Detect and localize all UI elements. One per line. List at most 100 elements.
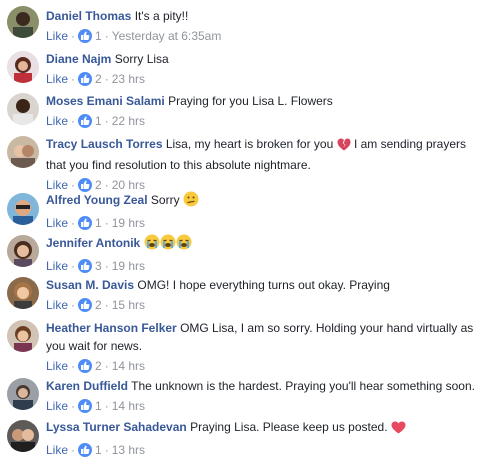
comment-body: Tracy Lausch Torres Lisa, my heart is br…: [46, 135, 487, 193]
thumbs-up-icon[interactable]: [78, 114, 93, 128]
like-count[interactable]: 1: [95, 443, 102, 457]
commenter-name[interactable]: Tracy Lausch Torres: [46, 137, 163, 151]
separator: ·: [104, 443, 109, 457]
timestamp[interactable]: 23 hrs: [112, 72, 145, 86]
like-button[interactable]: Like: [46, 216, 68, 230]
comment-body: Susan M. Davis OMG! I hope everything tu…: [46, 276, 487, 313]
avatar[interactable]: [7, 136, 39, 168]
like-count[interactable]: 1: [95, 216, 102, 230]
comment-meta: Like · 1 · 14 hrs: [46, 398, 487, 414]
separator: ·: [104, 259, 109, 273]
comment-text: Praying for you Lisa L. Flowers: [168, 94, 333, 108]
like-button[interactable]: Like: [46, 114, 68, 128]
timestamp[interactable]: 22 hrs: [112, 114, 145, 128]
timestamp[interactable]: 14 hrs: [112, 359, 145, 373]
separator: ·: [71, 359, 76, 373]
comment-body: Karen Duffield The unknown is the hardes…: [46, 377, 487, 414]
timestamp[interactable]: 19 hrs: [112, 216, 145, 230]
thumbs-up-icon[interactable]: [78, 216, 93, 230]
commenter-name[interactable]: Jennifer Antonik: [46, 236, 140, 250]
thumbs-up-icon[interactable]: [78, 259, 93, 273]
separator: ·: [104, 359, 109, 373]
separator: ·: [71, 259, 76, 273]
commenter-name[interactable]: Daniel Thomas: [46, 9, 131, 23]
timestamp[interactable]: Yesterday at 6:35am: [112, 29, 222, 43]
avatar[interactable]: [7, 420, 39, 452]
confused-face-emoji: [183, 191, 199, 212]
commenter-name[interactable]: Moses Emani Salami: [46, 94, 165, 108]
comment-body: Alfred Young Zeal Sorry Like · 1 · 19 hrs: [46, 191, 487, 231]
thumbs-up-icon[interactable]: [78, 399, 93, 413]
like-count[interactable]: 1: [95, 29, 102, 43]
like-button[interactable]: Like: [46, 359, 68, 373]
like-count[interactable]: 2: [95, 298, 102, 312]
commenter-name[interactable]: Alfred Young Zeal: [46, 193, 148, 207]
avatar[interactable]: [7, 193, 39, 225]
avatar[interactable]: [7, 277, 39, 309]
separator: ·: [71, 399, 76, 413]
like-button[interactable]: Like: [46, 178, 68, 192]
separator: ·: [71, 443, 76, 457]
avatar[interactable]: [7, 378, 39, 410]
avatar[interactable]: [7, 320, 39, 352]
avatar[interactable]: [7, 93, 39, 125]
broken-heart-emoji: [337, 138, 351, 156]
comment-body: Moses Emani Salami Praying for you Lisa …: [46, 92, 487, 129]
comment-body: Diane Najm Sorry Lisa Like · 2 · 23 hrs: [46, 50, 487, 87]
like-button[interactable]: Like: [46, 399, 68, 413]
separator: ·: [104, 178, 109, 192]
commenter-name[interactable]: Heather Hanson Felker: [46, 321, 177, 335]
timestamp[interactable]: 13 hrs: [112, 443, 145, 457]
like-count[interactable]: 2: [95, 72, 102, 86]
like-count[interactable]: 2: [95, 178, 102, 192]
separator: ·: [71, 114, 76, 128]
like-button[interactable]: Like: [46, 259, 68, 273]
comment-meta: Like · 1 · Yesterday at 6:35am: [46, 28, 487, 44]
thumbs-up-icon[interactable]: [78, 443, 93, 457]
thumbs-up-icon[interactable]: [78, 178, 93, 192]
comment-body: Lyssa Turner Sahadevan Praying Lisa. Ple…: [46, 418, 487, 458]
separator: ·: [71, 72, 76, 86]
like-count[interactable]: 2: [95, 359, 102, 373]
timestamp[interactable]: 14 hrs: [112, 399, 145, 413]
comment-text: OMG! I hope everything turns out okay. P…: [137, 278, 390, 292]
comment-thread: Daniel Thomas It's a pity!! Like · 1 · Yeste…: [0, 0, 495, 459]
comment-text: The unknown is the hardest. Praying you'…: [131, 379, 475, 393]
comment-body: Jennifer Antonik Like · 3 · 19 hrs: [46, 234, 487, 274]
timestamp[interactable]: 19 hrs: [112, 259, 145, 273]
crying-face-emoji: [144, 234, 192, 255]
commenter-name[interactable]: Diane Najm: [46, 52, 111, 66]
comment-meta: Like · 1 · 13 hrs: [46, 442, 487, 458]
commenter-name[interactable]: Lyssa Turner Sahadevan: [46, 420, 187, 434]
like-count[interactable]: 1: [95, 114, 102, 128]
like-count[interactable]: 3: [95, 259, 102, 273]
timestamp[interactable]: 15 hrs: [112, 298, 145, 312]
like-button[interactable]: Like: [46, 298, 68, 312]
comment-text: Lisa, my heart is broken for you: [165, 137, 334, 151]
avatar[interactable]: [7, 235, 39, 267]
like-button[interactable]: Like: [46, 29, 68, 43]
comment-meta: Like · 2 · 23 hrs: [46, 71, 487, 87]
comment-meta: Like · 3 · 19 hrs: [46, 258, 487, 274]
separator: ·: [104, 72, 109, 86]
thumbs-up-icon[interactable]: [78, 29, 93, 43]
avatar[interactable]: [7, 6, 39, 38]
separator: ·: [71, 216, 76, 230]
avatar[interactable]: [7, 51, 39, 83]
separator: ·: [71, 29, 76, 43]
separator: ·: [104, 29, 109, 43]
comment-text: Sorry Lisa: [114, 52, 169, 66]
like-button[interactable]: Like: [46, 72, 68, 86]
like-count[interactable]: 1: [95, 399, 102, 413]
separator: ·: [104, 114, 109, 128]
timestamp[interactable]: 20 hrs: [112, 178, 145, 192]
thumbs-up-icon[interactable]: [78, 298, 93, 312]
comment-meta: Like · 2 · 14 hrs: [46, 358, 487, 374]
commenter-name[interactable]: Karen Duffield: [46, 379, 128, 393]
thumbs-up-icon[interactable]: [78, 72, 93, 86]
commenter-name[interactable]: Susan M. Davis: [46, 278, 134, 292]
like-button[interactable]: Like: [46, 443, 68, 457]
thumbs-up-icon[interactable]: [78, 359, 93, 373]
comment-meta: Like · 1 · 19 hrs: [46, 215, 487, 231]
comment-meta: Like · 1 · 22 hrs: [46, 113, 487, 129]
